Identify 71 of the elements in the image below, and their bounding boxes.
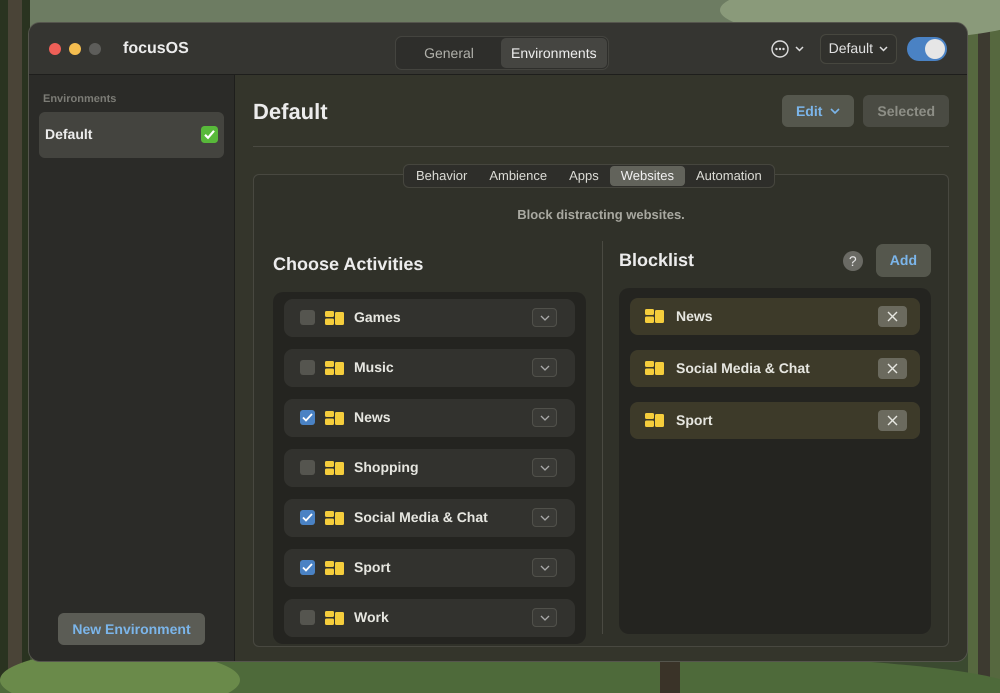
sidebar-heading: Environments [42, 92, 118, 107]
remove-button[interactable] [878, 306, 907, 326]
tab[interactable]: Websites [610, 166, 685, 186]
chevron-down-icon [540, 514, 550, 520]
folder-icon [325, 310, 344, 324]
checkbox[interactable] [300, 310, 315, 325]
sidebar-item[interactable]: Default [39, 112, 224, 158]
help-button[interactable]: ? [842, 250, 863, 270]
blocklist-name: Social Media & Chat [676, 358, 810, 378]
folder-icon [325, 360, 344, 374]
tab[interactable]: Ambience [478, 166, 558, 186]
expand-button[interactable] [532, 308, 557, 327]
environment-title: Default [253, 98, 328, 126]
folder-icon [325, 460, 344, 474]
close-icon [887, 310, 898, 322]
section-description: Block distracting websites. [517, 206, 685, 224]
activity-name: News [354, 408, 391, 427]
folder-icon [645, 361, 664, 375]
environment-dropdown[interactable]: Default [820, 34, 897, 64]
folder-icon [325, 610, 344, 624]
activity-name: Work [354, 608, 389, 627]
chevron-down-icon [540, 314, 550, 320]
folder-icon [325, 560, 344, 574]
blocklist-name: Sport [676, 410, 713, 430]
chevron-down-icon [879, 46, 888, 52]
activity-name: Games [354, 308, 401, 327]
tab[interactable]: Environments [501, 38, 607, 68]
chevron-down-icon [540, 464, 550, 470]
checkbox[interactable] [300, 410, 315, 425]
window-title: focusOS [123, 38, 189, 58]
checkbox[interactable] [300, 460, 315, 475]
activity-name: Social Media & Chat [354, 508, 488, 527]
blocklist-name: News [676, 306, 713, 326]
tab[interactable]: General [397, 38, 501, 68]
tab[interactable]: Apps [558, 166, 610, 186]
folder-icon [645, 309, 664, 323]
section-heading: Choose Activities [273, 252, 424, 276]
folder-icon [645, 413, 664, 427]
remove-button[interactable] [878, 410, 907, 430]
check-icon [201, 126, 218, 143]
checkbox[interactable] [300, 610, 315, 625]
close-icon [887, 414, 898, 426]
chevron-down-icon [794, 46, 804, 52]
folder-icon [325, 410, 344, 424]
chevron-down-icon [540, 414, 550, 420]
activity-name: Sport [354, 558, 391, 577]
more-icon [770, 40, 789, 58]
toggle-switch[interactable] [907, 36, 947, 60]
checkbox[interactable] [300, 510, 315, 525]
expand-button[interactable] [532, 408, 557, 427]
chevron-down-icon [540, 564, 550, 570]
expand-button[interactable] [532, 608, 557, 627]
close-button[interactable] [49, 42, 61, 54]
close-icon [887, 362, 898, 374]
tab[interactable]: Automation [685, 166, 773, 186]
expand-button[interactable] [532, 558, 557, 577]
remove-button[interactable] [878, 358, 907, 378]
folder-icon [325, 510, 344, 524]
checkbox[interactable] [300, 560, 315, 575]
minimize-button[interactable] [69, 42, 81, 54]
checkbox[interactable] [300, 360, 315, 375]
activity-name: Shopping [354, 458, 419, 477]
chevron-down-icon [830, 108, 840, 114]
chevron-down-icon [540, 614, 550, 620]
section-heading: Blocklist [619, 249, 694, 272]
expand-button[interactable] [532, 458, 557, 477]
expand-button[interactable] [532, 508, 557, 527]
tab[interactable]: Behavior [405, 166, 478, 186]
activity-name: Music [354, 358, 394, 377]
expand-button[interactable] [532, 358, 557, 377]
chevron-down-icon [540, 364, 550, 370]
